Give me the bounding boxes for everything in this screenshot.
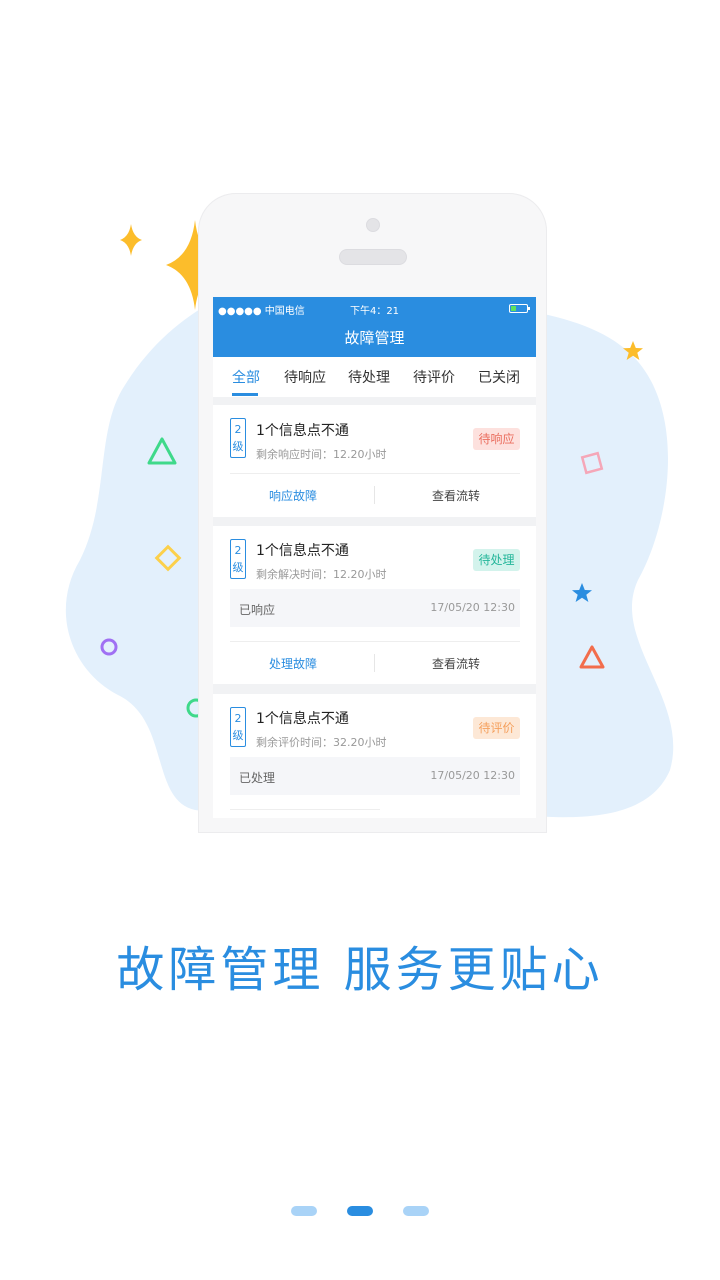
tab-closed[interactable]: 已关闭 [478, 367, 520, 387]
divider [230, 641, 520, 642]
history-label: 已处理 [239, 771, 276, 785]
phone-camera [366, 218, 380, 232]
level-badge: 2级 [230, 418, 246, 458]
view-flow-button[interactable]: 查看流转 [432, 655, 480, 672]
page-indicator-dot-3[interactable] [403, 1206, 429, 1216]
process-fault-button[interactable]: 处理故障 [269, 655, 317, 672]
tab-pending-processing[interactable]: 待处理 [348, 367, 390, 387]
tab-bar: 全部 待响应 待处理 待评价 已关闭 [213, 357, 536, 397]
history-row: 已处理 17/05/20 12:30 [230, 757, 520, 795]
divider [230, 809, 380, 810]
yellow-star-icon [623, 341, 643, 360]
fault-remaining-time: 剩余解决时间：12.20小时 [256, 568, 387, 581]
action-separator [374, 486, 375, 504]
tab-pending-review[interactable]: 待评价 [413, 367, 455, 387]
fault-title: 1个信息点不通 [256, 711, 349, 727]
phone-speaker [339, 249, 407, 265]
purple-ring-icon [100, 638, 118, 656]
page-indicator-dot-2-active[interactable] [347, 1206, 373, 1216]
status-badge: 待处理 [473, 549, 520, 571]
status-badge: 待评价 [473, 717, 520, 739]
fault-title: 1个信息点不通 [256, 543, 349, 559]
history-time: 17/05/20 12:30 [430, 769, 515, 782]
green-triangle-icon [147, 437, 177, 465]
slogan-text: 故障管理 服务更贴心 [116, 942, 604, 998]
history-time: 17/05/20 12:30 [430, 601, 515, 614]
history-label: 已响应 [239, 603, 276, 617]
fault-card[interactable]: 2级 1个信息点不通 剩余评价时间：32.20小时 待评价 已处理 17/05/… [213, 694, 536, 818]
fault-remaining-time: 剩余响应时间：12.20小时 [256, 448, 387, 461]
active-tab-indicator [232, 393, 258, 396]
level-badge: 2级 [230, 707, 246, 747]
fault-card[interactable]: 2级 1个信息点不通 剩余响应时间：12.20小时 待响应 响应故障 查看流转 [213, 405, 536, 517]
tab-all[interactable]: 全部 [232, 367, 260, 387]
level-badge: 2级 [230, 539, 246, 579]
history-row: 已响应 17/05/20 12:30 [230, 589, 520, 627]
tab-pending-response[interactable]: 待响应 [284, 367, 326, 387]
page-title: 故障管理 [344, 329, 405, 347]
view-flow-button[interactable]: 查看流转 [432, 487, 480, 504]
fault-title: 1个信息点不通 [256, 423, 349, 439]
action-separator [374, 654, 375, 672]
orange-triangle-icon [579, 645, 605, 669]
blue-star-icon [572, 583, 592, 602]
app-header: ●●●●● 中国电信 下午4：21 故障管理 [213, 297, 536, 357]
fault-card[interactable]: 2级 1个信息点不通 剩余解决时间：12.20小时 待处理 已响应 17/05/… [213, 526, 536, 684]
divider [230, 473, 520, 474]
battery-icon [509, 304, 530, 313]
pink-square-icon [580, 451, 604, 475]
status-time: 下午4：21 [349, 306, 400, 317]
fault-remaining-time: 剩余评价时间：32.20小时 [256, 736, 387, 749]
small-sparkle-icon [120, 224, 142, 256]
respond-fault-button[interactable]: 响应故障 [269, 487, 317, 504]
phone-screen: ●●●●● 中国电信 下午4：21 故障管理 全部 待响应 待处理 待评价 已关… [213, 297, 536, 818]
yellow-diamond-icon [154, 544, 182, 572]
page-indicator-dot-1[interactable] [291, 1206, 317, 1216]
status-badge: 待响应 [473, 428, 520, 450]
